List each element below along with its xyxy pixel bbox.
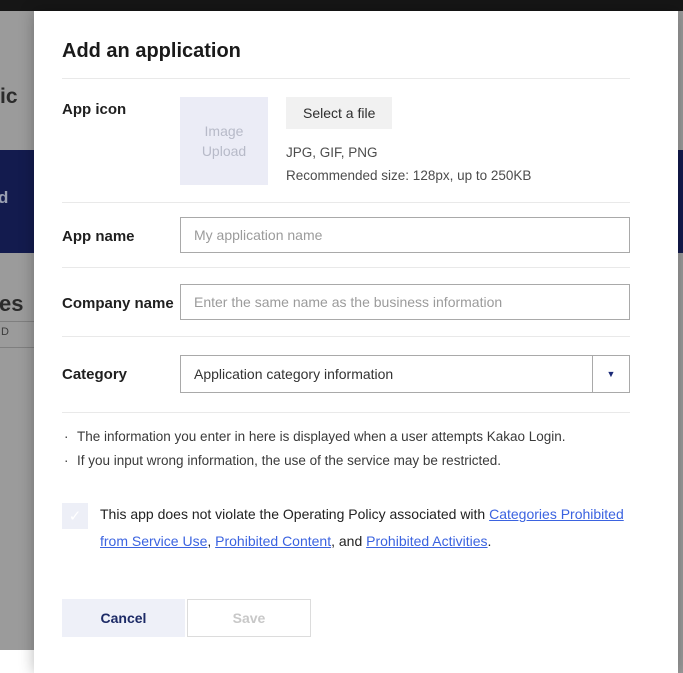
backdrop-text-fragment: es <box>0 291 23 317</box>
backdrop-text-fragment: ic <box>0 85 18 109</box>
link-prohibited-activities[interactable]: Prohibited Activities <box>366 533 487 549</box>
bullet-icon: · <box>62 449 77 473</box>
policy-agreement-row: ✓ This app does not violate the Operatin… <box>62 501 630 555</box>
category-label: Category <box>62 355 180 393</box>
notes-section: · The information you enter in here is d… <box>62 412 630 473</box>
note-text: If you input wrong information, the use … <box>77 449 501 473</box>
bullet-icon: · <box>62 425 77 449</box>
company-name-label: Company name <box>62 284 180 320</box>
app-name-label: App name <box>62 217 180 253</box>
chevron-down-icon[interactable]: ▼ <box>592 356 629 392</box>
app-name-row: App name <box>62 202 630 267</box>
app-icon-label: App icon <box>62 97 180 188</box>
category-row: Category Application category informatio… <box>62 336 630 412</box>
policy-text-segment: This app does not violate the Operating … <box>100 506 489 522</box>
backdrop-divider <box>0 347 34 348</box>
company-name-row: Company name <box>62 267 630 336</box>
backdrop-right-strip <box>678 11 683 673</box>
backdrop-text-fragment: D <box>1 326 9 338</box>
recommended-size-text: Recommended size: 128px, up to 250KB <box>286 165 531 188</box>
upload-meta: Select a file JPG, GIF, PNG Recommended … <box>286 97 531 188</box>
company-name-input[interactable] <box>180 284 630 320</box>
browser-top-bar <box>0 0 683 11</box>
cancel-button[interactable]: Cancel <box>62 599 185 637</box>
dialog-title: Add an application <box>62 38 630 64</box>
image-upload-dropzone[interactable]: Image Upload <box>180 97 268 185</box>
backdrop-left-strip: ic d es D <box>0 11 34 650</box>
app-name-input[interactable] <box>180 217 630 253</box>
app-icon-field: Image Upload Select a file JPG, GIF, PNG… <box>180 97 630 188</box>
allowed-formats-text: JPG, GIF, PNG <box>286 142 531 165</box>
dialog-actions: Cancel Save <box>62 599 630 637</box>
policy-text-segment: . <box>488 533 492 549</box>
category-select[interactable]: Application category information ▼ <box>180 355 630 393</box>
screen: ic d es D Add an application App icon Im… <box>0 0 683 673</box>
upload-placeholder-line: Upload <box>202 141 246 161</box>
select-file-button[interactable]: Select a file <box>286 97 392 129</box>
link-prohibited-content[interactable]: Prohibited Content <box>215 533 331 549</box>
policy-text-segment: , <box>207 533 215 549</box>
note-item: · The information you enter in here is d… <box>62 425 630 449</box>
policy-checkbox[interactable]: ✓ <box>62 503 88 529</box>
note-text: The information you enter in here is dis… <box>77 425 566 449</box>
backdrop-left-bottom <box>0 650 34 673</box>
policy-statement: This app does not violate the Operating … <box>100 501 630 555</box>
policy-text-segment: , and <box>331 533 366 549</box>
check-icon: ✓ <box>69 507 82 525</box>
backdrop-text-fragment: d <box>0 188 8 208</box>
upload-placeholder-line: Image <box>205 121 244 141</box>
category-selected-value: Application category information <box>181 356 592 392</box>
note-item: · If you input wrong information, the us… <box>62 449 630 473</box>
save-button[interactable]: Save <box>187 599 311 637</box>
backdrop-hero-band <box>678 150 683 253</box>
add-application-dialog: Add an application App icon Image Upload… <box>34 11 678 673</box>
backdrop-divider <box>0 321 34 322</box>
app-icon-row: App icon Image Upload Select a file JPG,… <box>62 78 630 202</box>
